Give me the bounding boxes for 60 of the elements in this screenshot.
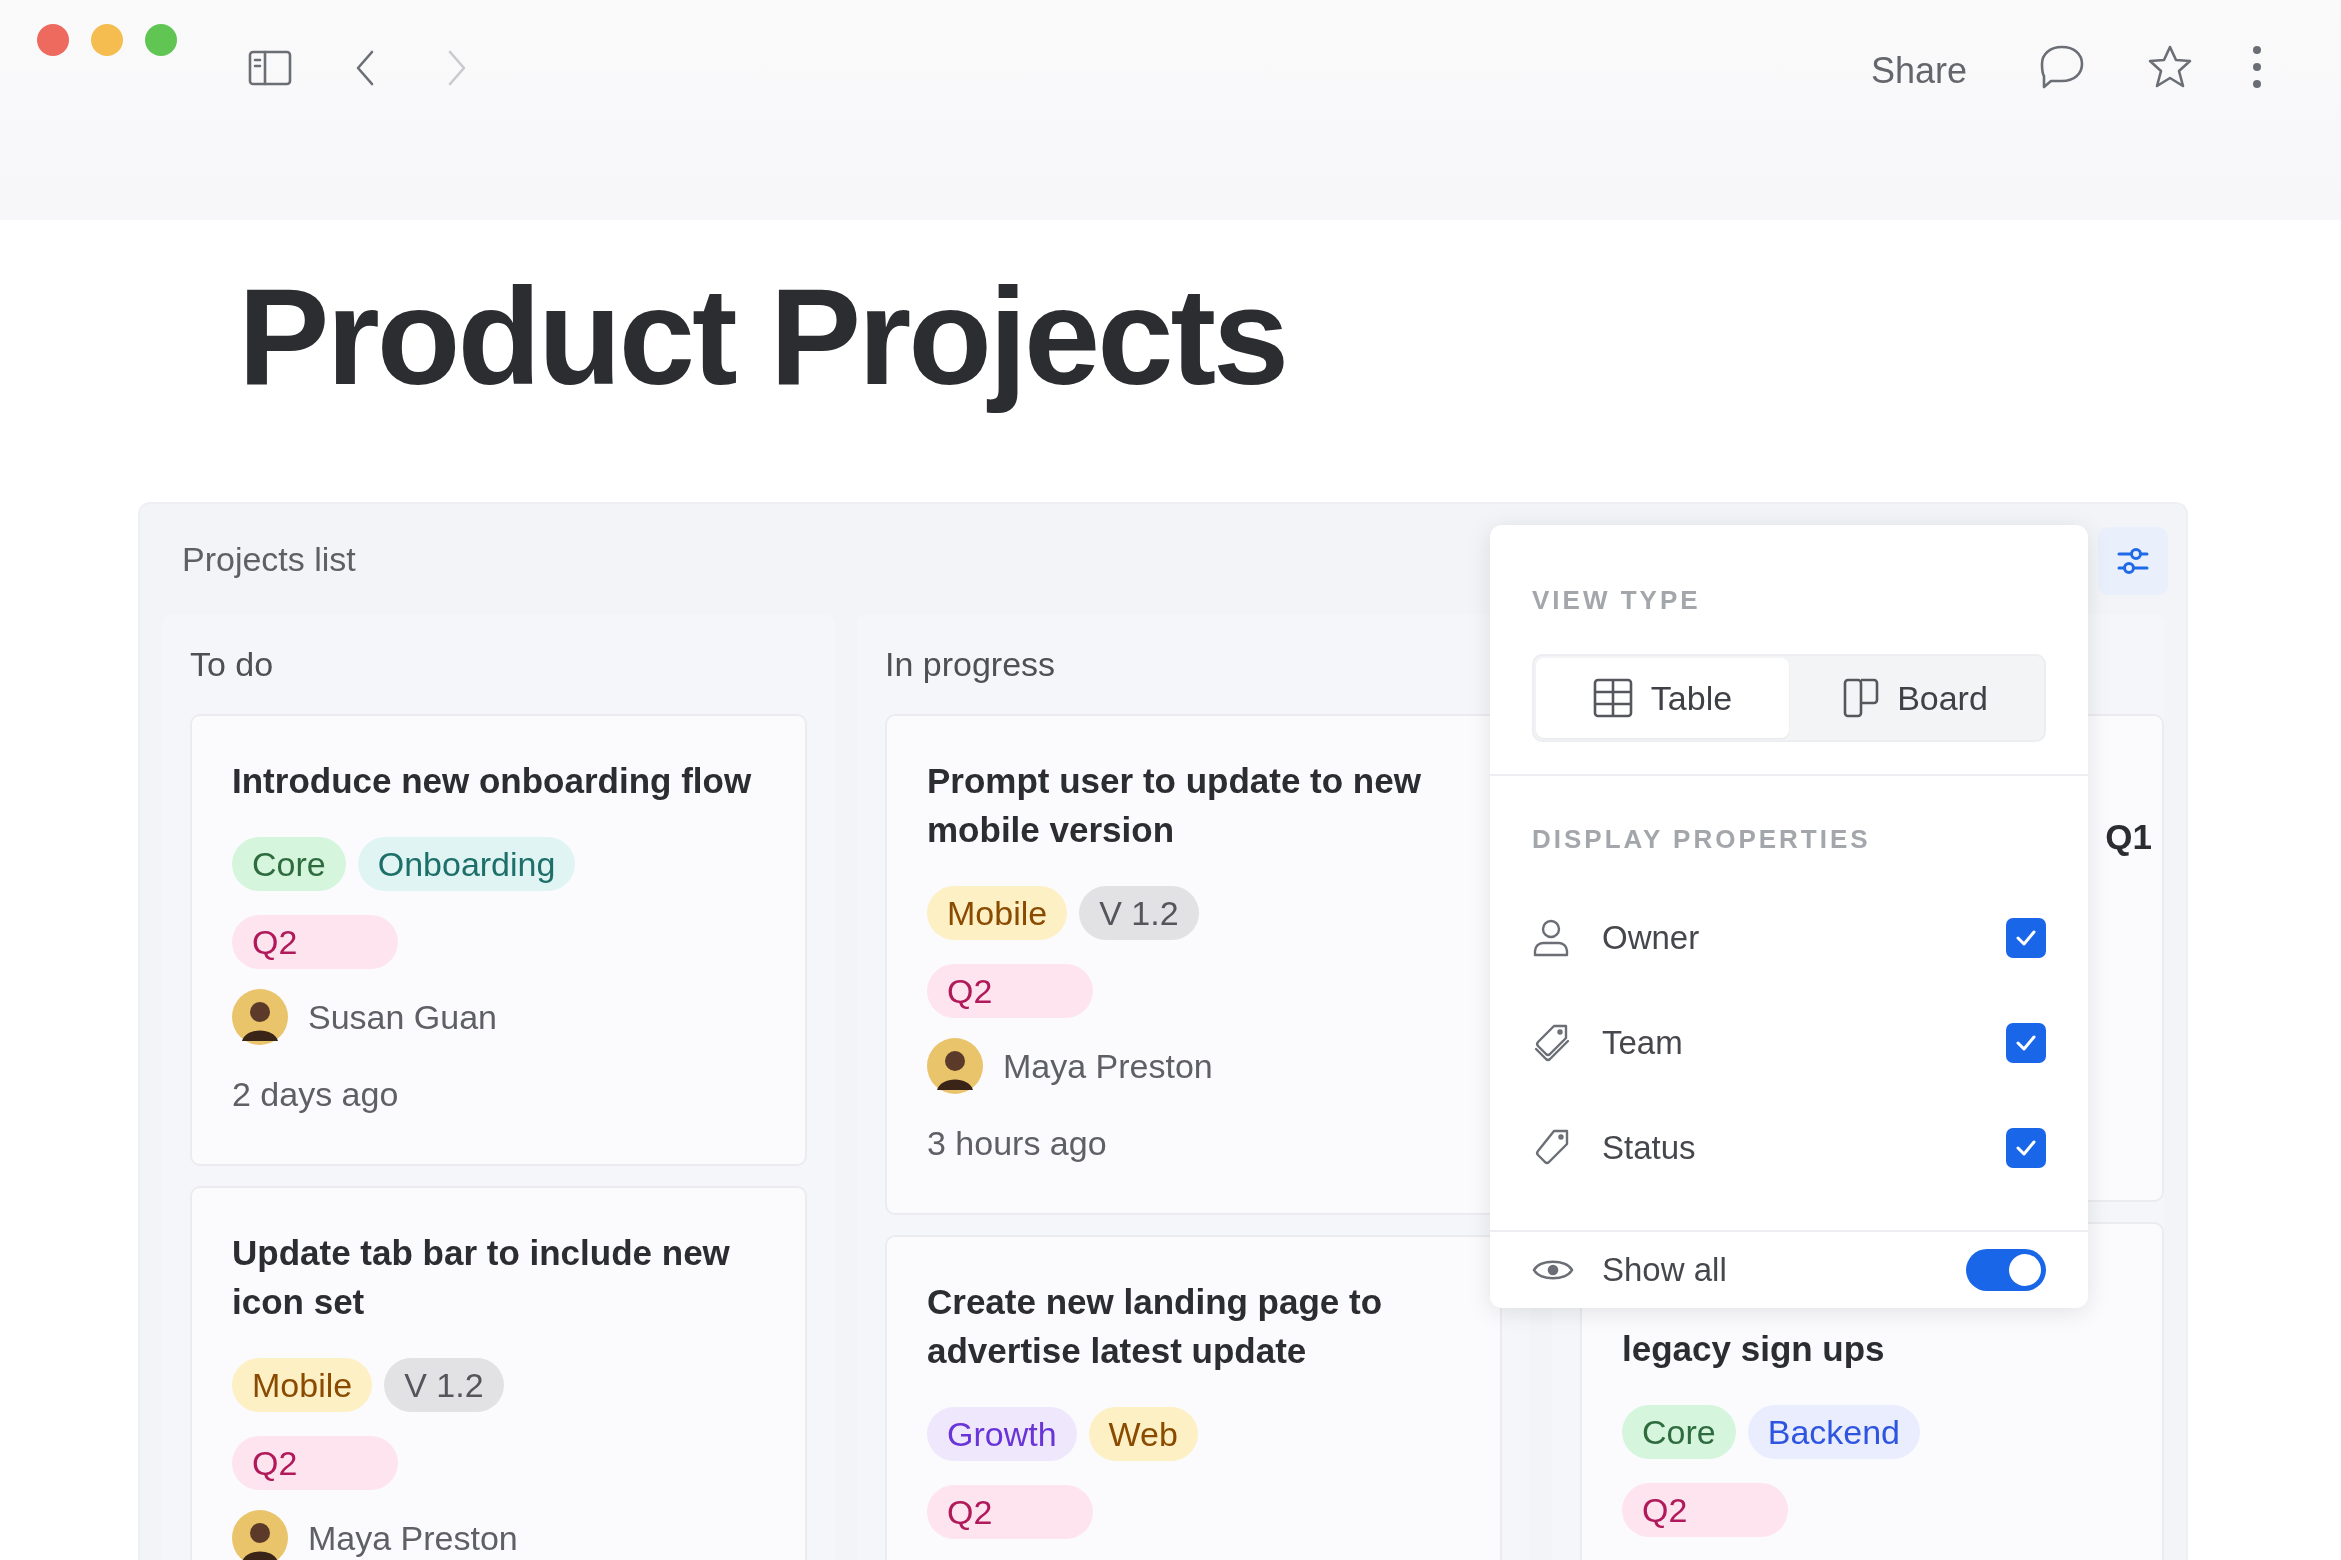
owner-name: Maya Preston bbox=[308, 1517, 518, 1559]
property-checkbox[interactable] bbox=[2006, 1022, 2046, 1063]
avatar-icon bbox=[232, 1510, 288, 1560]
view-type-tab[interactable]: Board bbox=[1789, 658, 2042, 738]
close-window-icon[interactable] bbox=[37, 24, 69, 56]
tag: Growth bbox=[927, 1407, 1077, 1461]
tag: Onboarding bbox=[357, 837, 576, 891]
avatar-icon bbox=[232, 989, 288, 1045]
card-title: legacy sign ups bbox=[1622, 1328, 1886, 1370]
more-icon[interactable] bbox=[2251, 44, 2263, 90]
project-card[interactable]: Update tab bar to include new icon set Mobile V 1.2 Q2 Maya Preston bbox=[190, 1186, 807, 1560]
project-card[interactable]: Introduce new onboarding flow Core Onboarding Q2 Susan Guan 2 days ago bbox=[190, 714, 807, 1166]
back-icon[interactable] bbox=[354, 48, 376, 88]
tag: V 1.2 bbox=[1079, 886, 1199, 940]
project-card[interactable]: Create new landing page to advertise latest update Growth Web Q2 bbox=[885, 1235, 1502, 1560]
share-button[interactable]: Share bbox=[1870, 44, 1967, 98]
page-title: Product Projects bbox=[238, 262, 1288, 412]
tag: Q2 bbox=[927, 1485, 1093, 1539]
column-header: To do bbox=[190, 643, 274, 685]
section-label: VIEW TYPE bbox=[1532, 584, 1702, 617]
tag: Q2 bbox=[1622, 1483, 1788, 1537]
board-icon bbox=[1843, 678, 1880, 718]
person-icon bbox=[1532, 917, 1570, 958]
owner-name: Susan Guan bbox=[308, 996, 498, 1038]
sidebar-icon[interactable] bbox=[248, 50, 292, 86]
tag: Web bbox=[1088, 1407, 1198, 1461]
show-all-toggle[interactable] bbox=[1966, 1249, 2046, 1291]
tag: V 1.2 bbox=[384, 1358, 504, 1412]
card-title: Introduce new onboarding flow bbox=[232, 760, 753, 802]
avatar-icon bbox=[927, 1038, 983, 1094]
timestamp: 2 days ago bbox=[232, 1074, 400, 1115]
tag: Q2 bbox=[232, 1436, 398, 1490]
tag: Mobile bbox=[927, 886, 1068, 940]
star-icon[interactable] bbox=[2147, 44, 2193, 90]
property-label: Status bbox=[1602, 1127, 1697, 1168]
card-title: Create new landing page to advertise latest update bbox=[927, 1281, 1384, 1372]
tag: Core bbox=[232, 837, 346, 891]
tag: Q2 bbox=[927, 964, 1093, 1018]
owner-name: Maya Preston bbox=[1003, 1045, 1213, 1087]
section-label: DISPLAY PROPERTIES bbox=[1532, 823, 1872, 856]
card-title: Prompt user to update to new mobile version bbox=[927, 760, 1422, 851]
tags-icon bbox=[1532, 1022, 1572, 1063]
tag: Core bbox=[1622, 1405, 1736, 1459]
property-label: Team bbox=[1602, 1022, 1684, 1063]
show-all-label: Show all bbox=[1602, 1250, 1728, 1291]
comment-icon[interactable] bbox=[2039, 44, 2085, 90]
tag: Q2 bbox=[232, 915, 398, 969]
timestamp: 3 hours ago bbox=[927, 1123, 1108, 1164]
property-checkbox[interactable] bbox=[2006, 917, 2046, 958]
board-name: Projects list bbox=[182, 538, 356, 580]
tag: Mobile bbox=[232, 1358, 373, 1412]
view-type-tab[interactable]: Table bbox=[1536, 658, 1789, 738]
tag: Backend bbox=[1747, 1405, 1921, 1459]
column-header: In progress bbox=[885, 643, 1056, 685]
card-title: Update tab bar to include new icon set bbox=[232, 1232, 731, 1323]
card-title: Q1 bbox=[2105, 816, 2152, 858]
property-label: Owner bbox=[1602, 917, 1701, 958]
view-settings-button[interactable] bbox=[2098, 527, 2168, 595]
table-icon bbox=[1592, 678, 1633, 718]
property-checkbox[interactable] bbox=[2006, 1127, 2046, 1168]
